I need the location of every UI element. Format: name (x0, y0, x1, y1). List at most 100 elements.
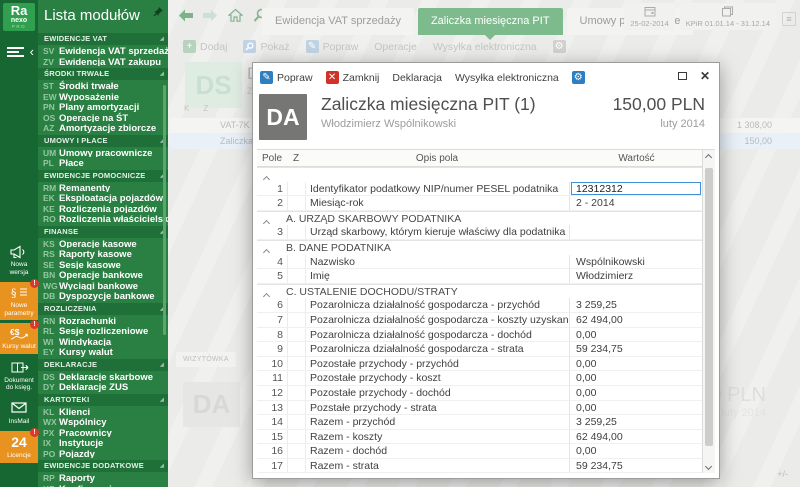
module-item-code: PX (43, 428, 59, 438)
module-group-header[interactable]: FINANSE ◢ (38, 226, 168, 238)
field-row[interactable]: 10 Pozostałe przychody - przychód 0,00 (257, 357, 702, 372)
table-scrollbar[interactable] (702, 150, 715, 473)
module-item-pracownicy[interactable]: PXPracownicy (38, 427, 168, 438)
module-item-amortyzacje-zbiorcze[interactable]: AZAmortyzacje zbiorcze (38, 122, 168, 133)
scrollbar-thumb[interactable] (705, 168, 713, 446)
rail-tile-nowe-parametry[interactable]: § Nowe parametry ! (0, 282, 38, 320)
dialog-toolbar-popraw[interactable]: ✎ Popraw (260, 71, 313, 84)
group-row[interactable]: B. DANE PODATNIKA (257, 240, 702, 255)
module-item-raporty-kasowe[interactable]: RSRaporty kasowe (38, 248, 168, 259)
field-row[interactable]: 1 Identyfikator podatkowy NIP/numer PESE… (257, 182, 702, 197)
module-group-header[interactable]: EWIDENCJE POMOCNICZE ◢ (38, 170, 168, 182)
module-item-p-ace[interactable]: PLPłace (38, 157, 168, 168)
module-item-rozliczenia-w-a-cicielskie[interactable]: RORozliczenia właścicielskie (38, 213, 168, 224)
rail-tiles: Nowa wersja § Nowe parametry ! €$ Kursy … (0, 241, 38, 487)
rail-tile-insmail[interactable]: InsMail (0, 398, 38, 429)
field-row[interactable]: 11 Pozostałe przychody - koszt 0,00 (257, 371, 702, 386)
module-item-kursy-walut[interactable]: EYKursy walut (38, 346, 168, 357)
module-group-header[interactable]: KARTOTEKI ◢ (38, 394, 168, 406)
collapse-sidebar-button[interactable]: ‹ (5, 44, 35, 62)
module-group-header[interactable]: UMOWY I PŁACE ◢ (38, 135, 168, 147)
module-item-remanenty[interactable]: RMRemanenty (38, 182, 168, 193)
field-row[interactable]: 7 Pozarolnicza działalność gospodarcza -… (257, 313, 702, 328)
module-group-header[interactable]: EWIDENCJE VAT ◢ (38, 33, 168, 45)
group-row[interactable]: C. USTALENIE DOCHODU/STRATY (257, 284, 702, 299)
module-item-raporty[interactable]: RPRaporty (38, 472, 168, 483)
tile-label: InsMail (1, 418, 37, 426)
dialog-toolbar-deklaracja[interactable]: Deklaracja (392, 72, 442, 84)
field-row[interactable]: 5 Imię Włodzimierz (257, 269, 702, 284)
module-item-label: Instytucje (59, 438, 103, 448)
module-item-operacje-bankowe[interactable]: BNOperacje bankowe (38, 269, 168, 280)
module-item-ewidencja-vat-zakupu[interactable]: ZVEwidencja VAT zakupu (38, 56, 168, 67)
pin-icon[interactable] (153, 4, 164, 15)
module-item-rozrachunki[interactable]: RNRozrachunki (38, 315, 168, 326)
module-item-rozliczenia-pojazd-w[interactable]: KERozliczenia pojazdów (38, 203, 168, 214)
module-item-klienci[interactable]: KLKlienci (38, 406, 168, 417)
scroll-down-icon[interactable] (705, 463, 712, 470)
module-group-header[interactable]: EWIDENCJE DODATKOWE ◢ (38, 460, 168, 472)
group-row[interactable] (257, 167, 702, 182)
module-item-sesje-rozliczeniowe[interactable]: RLSesje rozliczeniowe (38, 325, 168, 336)
maximize-icon[interactable] (678, 72, 687, 80)
module-item-code: RP (43, 473, 59, 483)
scroll-up-icon[interactable] (705, 154, 712, 161)
module-item-umowy-pracownicze[interactable]: UMUmowy pracownicze (38, 147, 168, 158)
field-z-cell (287, 328, 305, 342)
field-row[interactable]: 6 Pozarolnicza działalność gospodarcza -… (257, 298, 702, 313)
module-item-operacje-kasowe[interactable]: KSOperacje kasowe (38, 238, 168, 249)
rail-tile-dokument-do-ksi-g[interactable]: Dokument do księg. (0, 357, 38, 395)
module-item-wsp-lnicy[interactable]: WXWspólnicy (38, 416, 168, 427)
field-z-cell (287, 371, 305, 385)
module-item-sesje-kasowe[interactable]: SESesje kasowe (38, 259, 168, 270)
field-row[interactable]: 9 Pozarolnicza działalność gospodarcza -… (257, 342, 702, 357)
field-row[interactable]: 17 Razem - strata 59 234,75 (257, 459, 702, 473)
field-row[interactable]: 3 Urząd skarbowy, którym kieruje właściw… (257, 225, 702, 240)
field-value: 59 234,75 (569, 342, 702, 356)
panel-scrollbar[interactable] (163, 85, 166, 335)
field-row[interactable]: 12 Pozostałe przychody - dochód 0,00 (257, 386, 702, 401)
module-item-eksploatacja-pojazd-w[interactable]: EKEksploatacja pojazdów (38, 192, 168, 203)
pencil-icon: ✎ (260, 71, 273, 84)
module-group-header[interactable]: ROZLICZENIA ◢ (38, 303, 168, 315)
rail-tile-licencje[interactable]: 24 Licencje ! (0, 431, 38, 463)
module-item-operacje-na-t[interactable]: OSOperacje na ŚT (38, 112, 168, 123)
module-item-label: Operacje kasowe (59, 239, 137, 249)
module-item-ewidencja-vat-sprzeda-y[interactable]: SVEwidencja VAT sprzedaży (38, 45, 168, 56)
module-item-pojazdy[interactable]: POPojazdy (38, 448, 168, 459)
field-z-cell (287, 298, 305, 312)
module-item-rodki-trwa-e[interactable]: STŚrodki trwałe (38, 80, 168, 91)
module-group-header[interactable]: ŚRODKI TRWAŁE ◢ (38, 68, 168, 80)
module-item-deklaracje-zus[interactable]: DYDeklaracje ZUS (38, 381, 168, 392)
module-item-dyspozycje-bankowe[interactable]: DBDyspozycje bankowe (38, 290, 168, 301)
field-row[interactable]: 2 Miesiąc-rok 2 - 2014 (257, 196, 702, 211)
field-row[interactable]: 16 Razem - dochód 0,00 (257, 444, 702, 459)
module-item-plany-amortyzacji[interactable]: PNPlany amortyzacji (38, 101, 168, 112)
module-item-wyposa-enie[interactable]: EWWyposażenie (38, 91, 168, 102)
rail-tile-nowa-wersja[interactable]: Nowa wersja (0, 241, 38, 279)
field-row[interactable]: 8 Pozarolnicza działalność gospodarcza -… (257, 328, 702, 343)
dialog-toolbar-gear-icon[interactable]: ⚙ (572, 71, 585, 84)
dialog-toolbar-wysy-ka-elektroniczna[interactable]: Wysyłka elektroniczna (455, 72, 559, 84)
module-group: KARTOTEKI ◢ KLKlienci WXWspólnicy PXPrac… (38, 394, 168, 459)
field-value: 62 494,00 (569, 430, 702, 444)
field-row[interactable]: 15 Razem - koszty 62 494,00 (257, 430, 702, 445)
module-item-wyci-gi-bankowe[interactable]: WGWyciągi bankowe (38, 280, 168, 291)
field-row[interactable]: 4 Nazwisko Wspólnikowski (257, 255, 702, 270)
module-item-deklaracje-skarbowe[interactable]: DSDeklaracje skarbowe (38, 371, 168, 382)
module-group-header[interactable]: DEKLARACJE ◢ (38, 359, 168, 371)
module-item-instytucje[interactable]: IXInstytucje (38, 437, 168, 448)
rail-tile-kursy-walut[interactable]: €$ Kursy walut ! (0, 323, 38, 354)
module-item-windykacja[interactable]: WIWindykacja (38, 336, 168, 347)
group-label: B. DANE PODATNIKA (286, 241, 391, 256)
group-row[interactable]: A. URZĄD SKARBOWY PODATNIKA (257, 211, 702, 226)
module-group-name: UMOWY I PŁACE (44, 136, 108, 145)
module-item-label: Ewidencja VAT zakupu (59, 57, 161, 67)
module-item-konfiguracja[interactable]: KFKonfiguracja (38, 483, 168, 487)
value-input[interactable]: 12312312 (571, 182, 701, 196)
field-row[interactable]: 13 Pozstałe przychody - strata 0,00 (257, 401, 702, 416)
dialog-toolbar-zamknij[interactable]: ✕ Zamknij (326, 71, 380, 84)
field-number: 4 (257, 255, 283, 269)
close-icon[interactable]: ✕ (700, 70, 710, 82)
field-row[interactable]: 14 Razem - przychód 3 259,25 (257, 415, 702, 430)
